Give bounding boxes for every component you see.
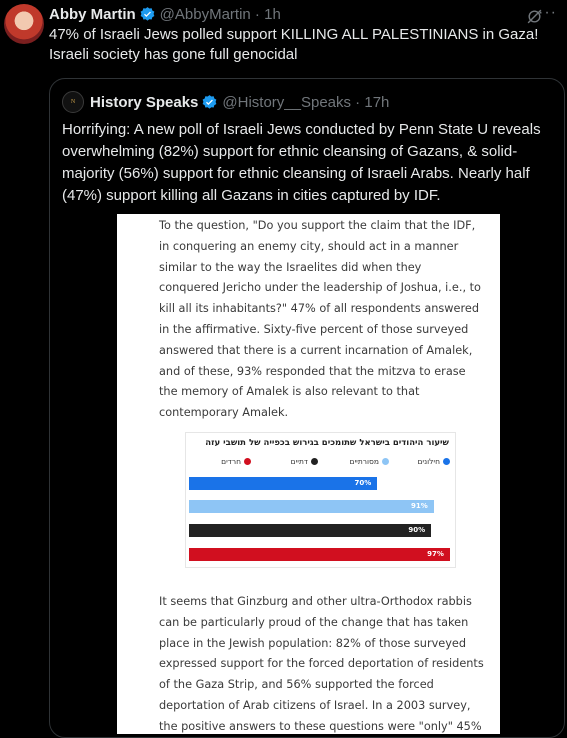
- legend-item: חילונים: [417, 457, 450, 466]
- legend-swatch: [244, 458, 251, 465]
- chart-legend: חילונים מסורתיים דתיים חרדים: [186, 457, 455, 469]
- bar-value-label: 97%: [427, 550, 444, 558]
- bar-chart: שיעור היהודים בישראל שתומכים בגירוש בכפי…: [185, 432, 456, 568]
- quoted-text: Horrifying: A new poll of Israeli Jews c…: [62, 121, 541, 204]
- verified-badge-icon: [201, 94, 218, 111]
- legend-swatch: [443, 458, 450, 465]
- post-time[interactable]: 1h: [264, 6, 281, 23]
- legend-swatch: [382, 458, 389, 465]
- legend-label: חילונים: [417, 457, 440, 466]
- tweet-header: Abby Martin @AbbyMartin · 1h ···: [49, 4, 557, 24]
- legend-label: חרדים: [221, 457, 241, 466]
- bar-value-label: 70%: [354, 479, 372, 487]
- chart-title: שיעור היהודים בישראל שתומכים בגירוש בכפי…: [205, 438, 449, 448]
- separator-dot: ·: [351, 93, 365, 111]
- document-paragraph-2: It seems that Ginzburg and other ultra-O…: [159, 595, 484, 733]
- separator-dot: ·: [250, 5, 265, 23]
- legend-swatch: [311, 458, 318, 465]
- tweet-text: 47% of Israeli Jews polled support KILLI…: [49, 26, 539, 63]
- quoted-avatar: N: [62, 91, 84, 113]
- legend-item: דתיים: [291, 457, 318, 466]
- author-name[interactable]: Abby Martin: [49, 6, 136, 23]
- document-paragraph-1: To the question, "Do you support the cla…: [159, 219, 481, 420]
- chart-bar: 91%: [189, 500, 434, 513]
- legend-label: מסורתיים: [349, 457, 380, 466]
- quoted-author-name: History Speaks: [90, 93, 199, 111]
- quoted-tweet[interactable]: N History Speaks @History__Speaks · 17h …: [49, 78, 565, 738]
- chart-bar: 97%: [189, 548, 450, 561]
- attached-document-image[interactable]: To the question, "Do you support the cla…: [117, 214, 500, 734]
- legend-item: מסורתיים: [349, 457, 389, 466]
- legend-label: דתיים: [290, 457, 308, 466]
- quoted-post-time: 17h: [364, 93, 390, 111]
- verified-badge-icon: [139, 6, 156, 23]
- quoted-header: History Speaks @History__Speaks · 17h: [90, 91, 389, 113]
- bar-value-label: 90%: [408, 526, 426, 534]
- quoted-author-handle: @History__Speaks: [222, 93, 352, 111]
- chart-bar: 70%: [189, 477, 378, 490]
- legend-item: חרדים: [221, 457, 251, 466]
- author-handle[interactable]: @AbbyMartin: [160, 6, 251, 23]
- more-options-icon[interactable]: ···: [538, 4, 557, 22]
- bar-value-label: 91%: [411, 502, 428, 510]
- avatar[interactable]: [4, 4, 44, 44]
- chart-bar: 90%: [189, 524, 432, 537]
